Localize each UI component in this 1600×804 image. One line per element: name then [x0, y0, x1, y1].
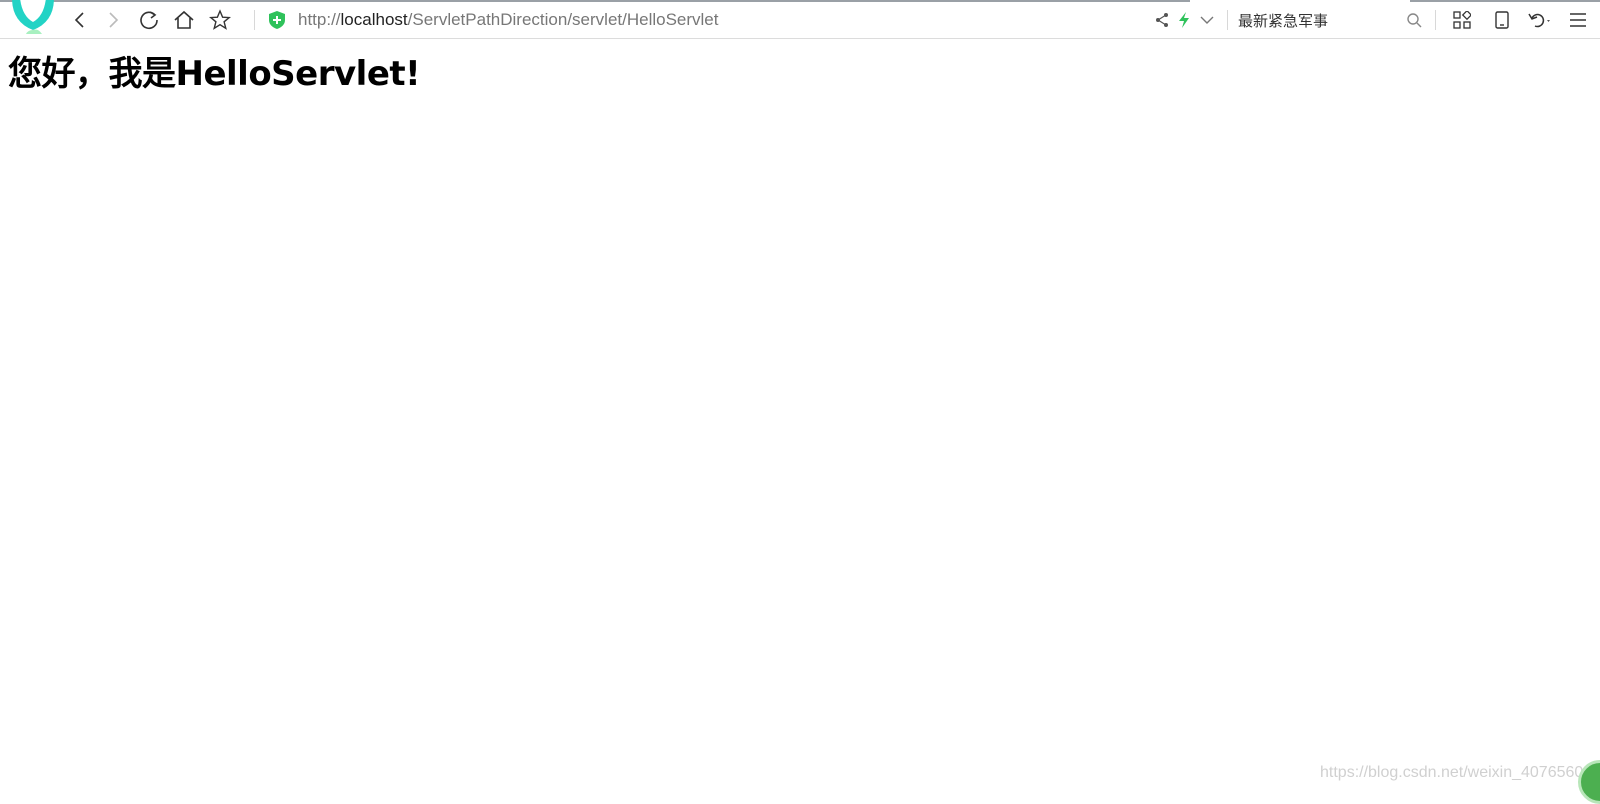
address-bar[interactable]: http://localhost/ServletPathDirection/se…: [268, 6, 1148, 34]
url-text: http://localhost/ServletPathDirection/se…: [298, 10, 719, 29]
tab-strip-line: [0, 0, 1190, 2]
toolbar-divider: [254, 10, 255, 30]
search-icon[interactable]: [1404, 10, 1424, 30]
watermark-text: https://blog.csdn.net/weixin_40765609: [1320, 764, 1593, 781]
reload-icon[interactable]: [137, 8, 161, 32]
search-input[interactable]: 最新紧急军事: [1238, 10, 1328, 31]
search-box[interactable]: 最新紧急军事: [1238, 6, 1410, 34]
page-heading: 您好，我是HelloServlet!: [8, 54, 421, 94]
menu-icon[interactable]: [1568, 10, 1588, 30]
browser-toolbar: http://localhost/ServletPathDirection/se…: [0, 0, 1600, 39]
apps-grid-icon[interactable]: [1452, 10, 1472, 30]
forward-arrow-icon[interactable]: [101, 8, 125, 32]
tab-strip-line-right: [1410, 0, 1600, 2]
toolbar-divider: [1435, 10, 1436, 30]
home-icon[interactable]: [172, 8, 196, 32]
mobile-icon[interactable]: [1492, 10, 1512, 30]
star-icon[interactable]: [208, 8, 232, 32]
chevron-down-icon[interactable]: [1197, 10, 1217, 30]
undo-icon[interactable]: [1526, 10, 1554, 30]
share-icon[interactable]: [1152, 10, 1172, 30]
browser-logo-icon[interactable]: [8, 0, 58, 34]
back-arrow-icon[interactable]: [68, 8, 92, 32]
toolbar-divider: [1227, 10, 1228, 30]
lightning-icon[interactable]: [1174, 10, 1194, 30]
shield-icon: [268, 10, 288, 30]
